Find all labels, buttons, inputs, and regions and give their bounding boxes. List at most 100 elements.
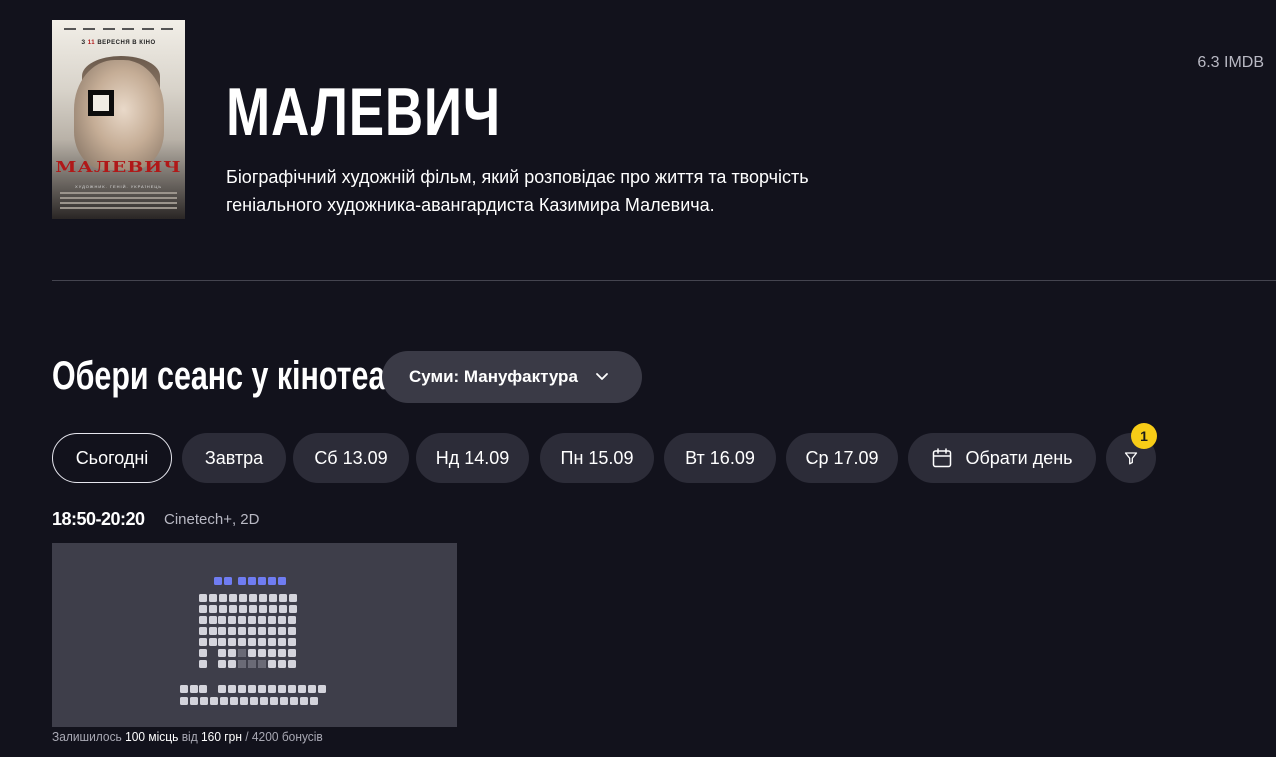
- seat: [209, 594, 217, 602]
- day-chip-label: Пн 15.09: [560, 447, 634, 468]
- session-time: 18:50-20:20: [52, 509, 145, 529]
- seat: [268, 649, 276, 657]
- seat: [298, 685, 306, 693]
- seat: [229, 594, 237, 602]
- seat: [258, 577, 266, 585]
- calendar-icon: [933, 448, 952, 468]
- day-chip-sun[interactable]: Нд 14.09: [416, 433, 529, 483]
- seat: [219, 594, 227, 602]
- seat: [258, 660, 266, 668]
- seat: [259, 605, 267, 613]
- seat: [250, 697, 258, 705]
- imdb-rating: 6.3 IMDB: [1197, 54, 1264, 71]
- day-chip-mon[interactable]: Пн 15.09: [540, 433, 654, 483]
- seat: [238, 638, 246, 646]
- hall-seat-map[interactable]: [52, 543, 457, 727]
- seat: [249, 594, 257, 602]
- availability-from: від: [181, 729, 198, 744]
- seat: [279, 605, 287, 613]
- day-chip-sat[interactable]: Сб 13.09: [293, 433, 409, 483]
- seat: [300, 697, 308, 705]
- seat: [209, 605, 217, 613]
- seat: [288, 616, 296, 624]
- session-availability: Залишилось 100 місць від 160 грн / 4200 …: [52, 729, 323, 745]
- seat: [258, 685, 266, 693]
- seat: [228, 660, 236, 668]
- seat: [238, 685, 246, 693]
- availability-prefix: Залишилось: [52, 729, 122, 744]
- seat: [180, 685, 188, 693]
- seat: [248, 638, 256, 646]
- seat: [259, 594, 267, 602]
- poster-subtitle: ХУДОЖНИК. ГЕНІЙ. УКРАЇНЕЦЬ: [75, 184, 162, 189]
- seat: [218, 649, 226, 657]
- seat: [268, 660, 276, 668]
- seat: [218, 685, 226, 693]
- seat: [288, 627, 296, 635]
- seat: [229, 605, 237, 613]
- pick-day-button[interactable]: Обрати день: [908, 433, 1096, 483]
- poster-black-square: [88, 90, 114, 116]
- bonus-price: / 4200 бонусів: [245, 729, 323, 744]
- seat: [190, 697, 198, 705]
- seat: [218, 627, 226, 635]
- seat: [214, 577, 222, 585]
- seat: [230, 697, 238, 705]
- seat: [199, 616, 207, 624]
- filter-icon: [1124, 452, 1138, 465]
- seat: [278, 649, 286, 657]
- seat: [268, 627, 276, 635]
- seat: [290, 697, 298, 705]
- day-chip-wed[interactable]: Ср 17.09: [786, 433, 898, 483]
- seat: [258, 649, 266, 657]
- cinema-select[interactable]: Суми: Мануфактура: [382, 351, 642, 403]
- day-chip-label: Ср 17.09: [805, 447, 879, 468]
- poster-release-date: З 11 ВЕРЕСНЯ В КІНО: [81, 40, 156, 46]
- seat: [240, 697, 248, 705]
- seat: [278, 577, 286, 585]
- seat: [289, 605, 297, 613]
- seat: [288, 660, 296, 668]
- day-chip-tue[interactable]: Вт 16.09: [664, 433, 776, 483]
- seat: [288, 649, 296, 657]
- seat: [278, 616, 286, 624]
- seat: [209, 627, 217, 635]
- seat: [228, 638, 236, 646]
- seat: [278, 685, 286, 693]
- seat: [269, 605, 277, 613]
- day-chip-label: Вт 16.09: [685, 447, 755, 468]
- cinema-select-value: Суми: Мануфактура: [409, 367, 578, 386]
- seat: [239, 605, 247, 613]
- seat: [238, 616, 246, 624]
- ticket-price: 160 грн: [201, 729, 242, 744]
- seat: [248, 616, 256, 624]
- seat: [199, 660, 207, 668]
- seat: [260, 697, 268, 705]
- seat: [199, 605, 207, 613]
- seat: [199, 627, 207, 635]
- seat: [278, 660, 286, 668]
- day-chip-label: Сб 13.09: [314, 447, 388, 468]
- poster-title: МАЛЕВИЧ: [55, 158, 182, 176]
- seat: [228, 649, 236, 657]
- day-chip-tomorrow[interactable]: Завтра: [182, 433, 286, 483]
- seat: [248, 627, 256, 635]
- seat: [238, 660, 246, 668]
- seat: [258, 616, 266, 624]
- seat: [269, 594, 277, 602]
- seat: [190, 685, 198, 693]
- seat: [209, 638, 217, 646]
- movie-poster[interactable]: З 11 ВЕРЕСНЯ В КІНО МАЛЕВИЧ ХУДОЖНИК. ГЕ…: [52, 20, 185, 219]
- seat: [199, 594, 207, 602]
- seat: [248, 660, 256, 668]
- pick-day-label: Обрати день: [965, 447, 1073, 468]
- seat: [288, 685, 296, 693]
- day-chip-label: Завтра: [204, 447, 264, 468]
- movie-page: З 11 ВЕРЕСНЯ В КІНО МАЛЕВИЧ ХУДОЖНИК. ГЕ…: [0, 0, 1276, 757]
- seat: [249, 605, 257, 613]
- seat: [180, 697, 188, 705]
- seat-map-graphic: [180, 577, 326, 705]
- seat: [248, 577, 256, 585]
- day-chip-today[interactable]: Сьогодні: [52, 433, 172, 483]
- seat: [238, 649, 246, 657]
